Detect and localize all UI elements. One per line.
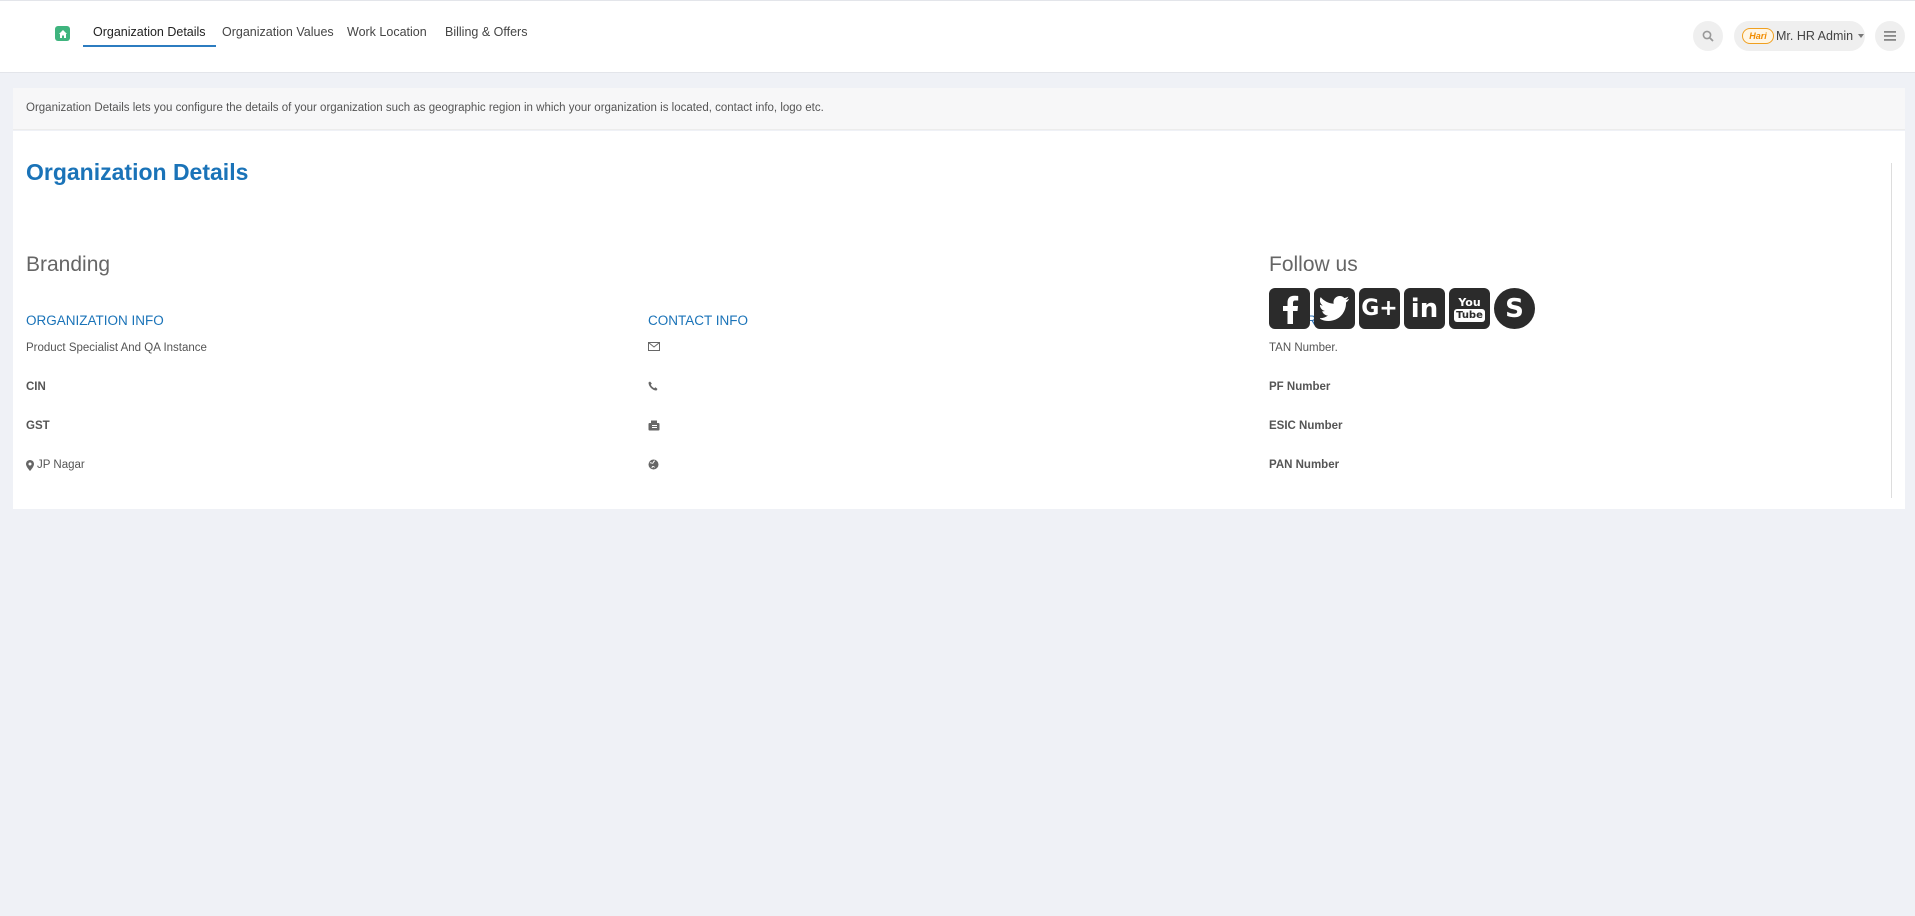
map-marker-icon — [26, 459, 34, 471]
organization-info-heading: ORGANIZATION INFO — [26, 313, 164, 328]
social-links: G+ in You Tube S — [1269, 288, 1535, 329]
facebook-icon[interactable] — [1269, 288, 1310, 329]
tab-work-location[interactable]: Work Location — [337, 15, 437, 47]
user-menu-button[interactable]: Hari Mr. HR Admin — [1734, 21, 1865, 51]
follow-us-title: Follow us — [1269, 253, 1358, 276]
divider — [1891, 163, 1892, 498]
phone-icon — [648, 381, 658, 391]
search-button[interactable] — [1693, 21, 1723, 51]
tab-billing-offers[interactable]: Billing & Offers — [435, 15, 537, 47]
company-logo: Hari — [1742, 28, 1774, 44]
page-title: Organization Details — [26, 159, 249, 185]
envelope-icon — [648, 342, 660, 351]
linkedin-icon[interactable]: in — [1404, 288, 1445, 329]
youtube-icon[interactable]: You Tube — [1449, 288, 1490, 329]
google-plus-icon[interactable]: G+ — [1359, 288, 1400, 329]
hamburger-icon — [1884, 31, 1896, 41]
home-icon[interactable] — [55, 26, 70, 41]
globe-icon — [648, 459, 659, 470]
youtube-tube: Tube — [1454, 308, 1485, 322]
chevron-down-icon — [1858, 34, 1865, 38]
youtube-you: You — [1458, 295, 1481, 309]
search-icon — [1702, 30, 1714, 42]
pf-number-label: PF Number — [1269, 381, 1331, 393]
organization-name: Product Specialist And QA Instance — [26, 342, 207, 354]
contact-info-heading: CONTACT INFO — [648, 313, 748, 328]
tab-organization-values[interactable]: Organization Values — [212, 15, 344, 47]
tan-number-label: TAN Number. — [1269, 342, 1338, 354]
info-banner: Organization Details lets you configure … — [13, 88, 1905, 130]
fax-icon — [648, 420, 660, 431]
user-name: Mr. HR Admin — [1776, 29, 1854, 43]
hamburger-menu-button[interactable] — [1875, 21, 1905, 51]
gst-label: GST — [26, 420, 50, 432]
organization-details-card: Organization Details Branding Follow us … — [13, 131, 1905, 509]
branding-title: Branding — [26, 253, 111, 276]
twitter-icon[interactable] — [1314, 288, 1355, 329]
cin-label: CIN — [26, 381, 46, 393]
esic-number-label: ESIC Number — [1269, 420, 1343, 432]
top-nav-bar: Organization Details Organization Values… — [0, 0, 1915, 73]
skype-icon[interactable]: S — [1494, 288, 1535, 329]
location-field: JP Nagar — [26, 459, 85, 471]
pan-number-label: PAN Number — [1269, 459, 1340, 471]
tab-organization-details[interactable]: Organization Details — [83, 15, 216, 47]
